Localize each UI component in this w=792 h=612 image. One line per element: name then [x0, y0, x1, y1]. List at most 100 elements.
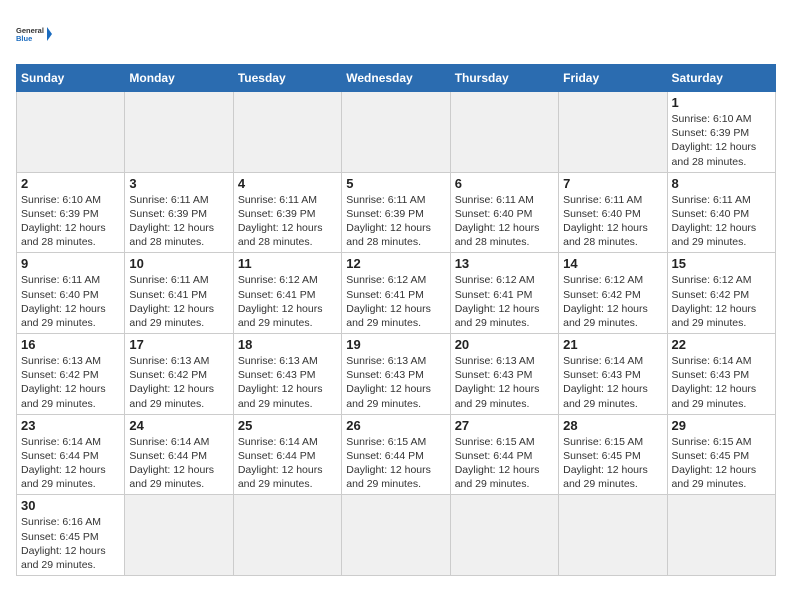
calendar-cell: 2 Sunrise: 6:10 AMSunset: 6:39 PMDaylight… [17, 172, 125, 253]
day-number: 17 [129, 337, 228, 352]
header: General Blue [16, 16, 776, 52]
day-info: Sunrise: 6:12 AMSunset: 6:42 PMDaylight:… [563, 273, 662, 330]
day-number: 5 [346, 176, 445, 191]
calendar-cell: 16 Sunrise: 6:13 AMSunset: 6:42 PMDayligh… [17, 334, 125, 415]
day-number: 26 [346, 418, 445, 433]
week-row-3: 9 Sunrise: 6:11 AMSunset: 6:40 PMDaylight… [17, 253, 776, 334]
week-row-1: 1 Sunrise: 6:10 AMSunset: 6:39 PMDaylight… [17, 92, 776, 173]
day-info: Sunrise: 6:13 AMSunset: 6:43 PMDaylight:… [238, 354, 337, 411]
day-number: 18 [238, 337, 337, 352]
day-info: Sunrise: 6:11 AMSunset: 6:39 PMDaylight:… [346, 193, 445, 250]
day-info: Sunrise: 6:11 AMSunset: 6:40 PMDaylight:… [21, 273, 120, 330]
calendar-cell: 13Sunrise: 6:12 AMSunset: 6:41 PMDayligh… [450, 253, 558, 334]
day-info: Sunrise: 6:12 AMSunset: 6:42 PMDaylight:… [672, 273, 771, 330]
header-day-wednesday: Wednesday [342, 65, 450, 92]
calendar-cell: 29Sunrise: 6:15 AMSunset: 6:45 PMDayligh… [667, 414, 775, 495]
day-number: 16 [21, 337, 120, 352]
header-day-friday: Friday [559, 65, 667, 92]
day-number: 1 [672, 95, 771, 110]
day-info: Sunrise: 6:13 AMSunset: 6:42 PMDaylight:… [21, 354, 120, 411]
calendar-cell: 11 Sunrise: 6:12 AMSunset: 6:41 PMDayligh… [233, 253, 341, 334]
calendar-cell: 28 Sunrise: 6:15 AMSunset: 6:45 PMDayligh… [559, 414, 667, 495]
day-number: 29 [672, 418, 771, 433]
header-day-monday: Monday [125, 65, 233, 92]
header-day-thursday: Thursday [450, 65, 558, 92]
day-info: Sunrise: 6:12 AMSunset: 6:41 PMDaylight:… [238, 273, 337, 330]
header-day-saturday: Saturday [667, 65, 775, 92]
calendar-cell: 7 Sunrise: 6:11 AMSunset: 6:40 PMDaylight… [559, 172, 667, 253]
calendar-cell: 18 Sunrise: 6:13 AMSunset: 6:43 PMDayligh… [233, 334, 341, 415]
calendar-cell: 1 Sunrise: 6:10 AMSunset: 6:39 PMDaylight… [667, 92, 775, 173]
week-row-6: 30 Sunrise: 6:16 AMSunset: 6:45 PMDayligh… [17, 495, 776, 576]
day-info: Sunrise: 6:15 AMSunset: 6:45 PMDaylight:… [563, 435, 662, 492]
day-number: 30 [21, 498, 120, 513]
calendar-cell [450, 92, 558, 173]
calendar-cell: 5 Sunrise: 6:11 AMSunset: 6:39 PMDaylight… [342, 172, 450, 253]
week-row-4: 16 Sunrise: 6:13 AMSunset: 6:42 PMDayligh… [17, 334, 776, 415]
day-info: Sunrise: 6:13 AMSunset: 6:43 PMDaylight:… [455, 354, 554, 411]
calendar-cell: 21 Sunrise: 6:14 AMSunset: 6:43 PMDayligh… [559, 334, 667, 415]
day-number: 6 [455, 176, 554, 191]
day-number: 21 [563, 337, 662, 352]
calendar-cell [125, 92, 233, 173]
day-info: Sunrise: 6:15 AMSunset: 6:44 PMDaylight:… [346, 435, 445, 492]
calendar-cell: 12 Sunrise: 6:12 AMSunset: 6:41 PMDayligh… [342, 253, 450, 334]
day-info: Sunrise: 6:11 AMSunset: 6:39 PMDaylight:… [238, 193, 337, 250]
day-number: 12 [346, 256, 445, 271]
calendar-cell [125, 495, 233, 576]
day-info: Sunrise: 6:15 AMSunset: 6:44 PMDaylight:… [455, 435, 554, 492]
calendar-cell [233, 92, 341, 173]
day-info: Sunrise: 6:11 AMSunset: 6:40 PMDaylight:… [563, 193, 662, 250]
day-info: Sunrise: 6:11 AMSunset: 6:41 PMDaylight:… [129, 273, 228, 330]
calendar-cell: 26 Sunrise: 6:15 AMSunset: 6:44 PMDayligh… [342, 414, 450, 495]
calendar-table: SundayMondayTuesdayWednesdayThursdayFrid… [16, 64, 776, 576]
header-day-sunday: Sunday [17, 65, 125, 92]
day-number: 10 [129, 256, 228, 271]
day-number: 14 [563, 256, 662, 271]
calendar-cell: 23 Sunrise: 6:14 AMSunset: 6:44 PMDayligh… [17, 414, 125, 495]
day-info: Sunrise: 6:13 AMSunset: 6:43 PMDaylight:… [346, 354, 445, 411]
logo: General Blue [16, 16, 56, 52]
calendar-cell: 22Sunrise: 6:14 AMSunset: 6:43 PMDayligh… [667, 334, 775, 415]
calendar-cell: 25 Sunrise: 6:14 AMSunset: 6:44 PMDayligh… [233, 414, 341, 495]
calendar-cell: 20Sunrise: 6:13 AMSunset: 6:43 PMDayligh… [450, 334, 558, 415]
day-number: 24 [129, 418, 228, 433]
day-number: 2 [21, 176, 120, 191]
day-info: Sunrise: 6:11 AMSunset: 6:40 PMDaylight:… [672, 193, 771, 250]
day-info: Sunrise: 6:10 AMSunset: 6:39 PMDaylight:… [672, 112, 771, 169]
day-info: Sunrise: 6:10 AMSunset: 6:39 PMDaylight:… [21, 193, 120, 250]
calendar-cell: 27Sunrise: 6:15 AMSunset: 6:44 PMDayligh… [450, 414, 558, 495]
calendar-cell: 24Sunrise: 6:14 AMSunset: 6:44 PMDayligh… [125, 414, 233, 495]
day-number: 15 [672, 256, 771, 271]
calendar-cell [342, 495, 450, 576]
day-info: Sunrise: 6:12 AMSunset: 6:41 PMDaylight:… [346, 273, 445, 330]
day-number: 28 [563, 418, 662, 433]
day-number: 23 [21, 418, 120, 433]
calendar-cell [667, 495, 775, 576]
calendar-cell: 14 Sunrise: 6:12 AMSunset: 6:42 PMDayligh… [559, 253, 667, 334]
day-info: Sunrise: 6:14 AMSunset: 6:43 PMDaylight:… [563, 354, 662, 411]
week-row-5: 23 Sunrise: 6:14 AMSunset: 6:44 PMDayligh… [17, 414, 776, 495]
day-info: Sunrise: 6:14 AMSunset: 6:44 PMDaylight:… [238, 435, 337, 492]
day-info: Sunrise: 6:11 AMSunset: 6:39 PMDaylight:… [129, 193, 228, 250]
calendar-cell: 10 Sunrise: 6:11 AMSunset: 6:41 PMDayligh… [125, 253, 233, 334]
calendar-cell: 19Sunrise: 6:13 AMSunset: 6:43 PMDayligh… [342, 334, 450, 415]
calendar-cell: 3 Sunrise: 6:11 AMSunset: 6:39 PMDaylight… [125, 172, 233, 253]
day-number: 25 [238, 418, 337, 433]
day-number: 3 [129, 176, 228, 191]
day-info: Sunrise: 6:12 AMSunset: 6:41 PMDaylight:… [455, 273, 554, 330]
day-number: 22 [672, 337, 771, 352]
calendar-cell: 6Sunrise: 6:11 AMSunset: 6:40 PMDaylight… [450, 172, 558, 253]
svg-text:Blue: Blue [16, 34, 32, 43]
calendar-cell [17, 92, 125, 173]
calendar-cell [233, 495, 341, 576]
day-info: Sunrise: 6:13 AMSunset: 6:42 PMDaylight:… [129, 354, 228, 411]
day-number: 7 [563, 176, 662, 191]
day-number: 11 [238, 256, 337, 271]
calendar-cell [450, 495, 558, 576]
header-day-tuesday: Tuesday [233, 65, 341, 92]
calendar-cell: 17 Sunrise: 6:13 AMSunset: 6:42 PMDayligh… [125, 334, 233, 415]
day-number: 9 [21, 256, 120, 271]
day-info: Sunrise: 6:16 AMSunset: 6:45 PMDaylight:… [21, 515, 120, 572]
day-info: Sunrise: 6:14 AMSunset: 6:44 PMDaylight:… [21, 435, 120, 492]
